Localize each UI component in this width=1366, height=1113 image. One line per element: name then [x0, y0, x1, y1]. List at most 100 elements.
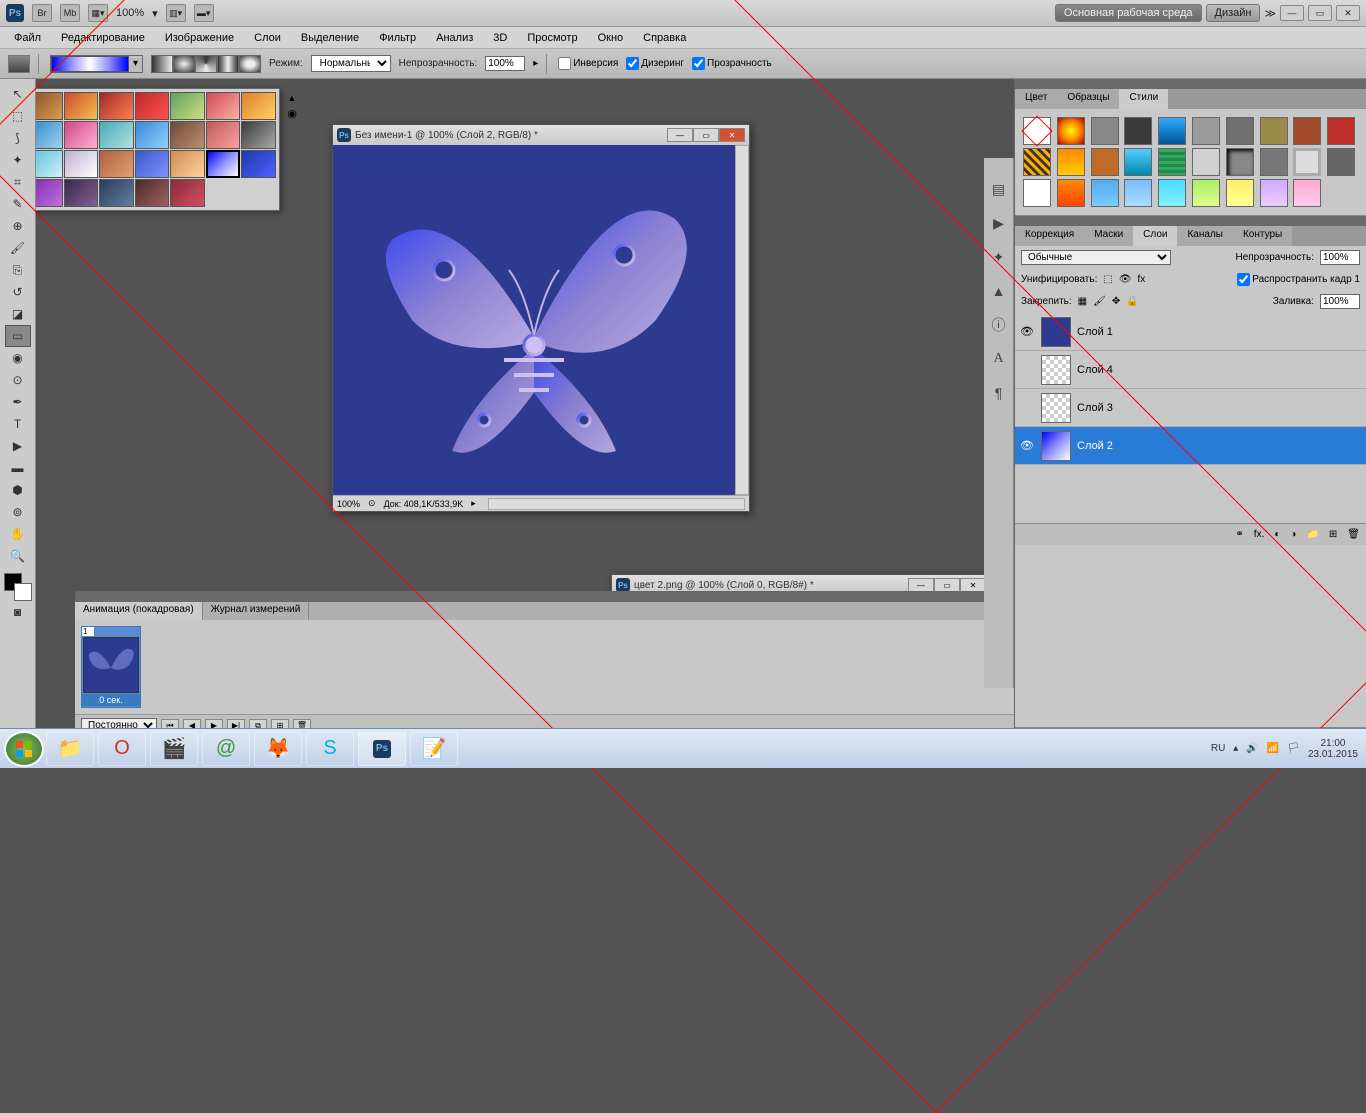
style-swatch[interactable] [1192, 117, 1220, 145]
gradient-swatch[interactable] [36, 92, 63, 120]
workspace-design[interactable]: Дизайн [1206, 4, 1261, 22]
gradient-swatch[interactable] [135, 121, 170, 149]
tab-adjustments[interactable]: Коррекция [1015, 226, 1084, 246]
style-swatch[interactable] [1293, 117, 1321, 145]
gradient-swatch[interactable] [170, 179, 205, 207]
gradient-swatch[interactable] [170, 121, 205, 149]
workspace-more-icon[interactable]: ≫ [1264, 7, 1276, 20]
gradient-swatch[interactable] [170, 92, 205, 120]
type-tool[interactable]: T [5, 413, 31, 435]
style-swatch[interactable] [1192, 148, 1220, 176]
stamp-tool[interactable]: ⎘ [5, 259, 31, 281]
style-swatch[interactable] [1023, 117, 1051, 145]
delete-layer-icon[interactable]: 🗑 [1347, 529, 1360, 540]
workspace-primary[interactable]: Основная рабочая среда [1055, 4, 1202, 22]
task-explorer[interactable]: 📁 [46, 732, 94, 766]
style-swatch[interactable] [1158, 148, 1186, 176]
animation-frame[interactable]: 1 0 сек. [81, 626, 141, 708]
gradient-swatch[interactable] [241, 121, 276, 149]
play-button[interactable]: ▶ [205, 719, 223, 729]
style-swatch[interactable] [1124, 179, 1152, 207]
gradient-swatch[interactable] [241, 92, 276, 120]
task-photoshop[interactable]: Ps [358, 732, 406, 766]
close-button[interactable]: ✕ [1336, 5, 1360, 21]
picker-scroll-up-icon[interactable]: ▲ [287, 93, 297, 103]
task-notepad[interactable]: 📝 [410, 732, 458, 766]
maximize-button[interactable]: ▭ [1308, 5, 1332, 21]
tray-up-icon[interactable]: ▴ [1233, 743, 1238, 754]
layer-mask-icon[interactable]: ◐ [1274, 529, 1280, 540]
style-swatch[interactable] [1327, 117, 1355, 145]
lock-position-icon[interactable]: ✥ [1112, 296, 1120, 307]
gradient-swatch[interactable] [99, 92, 134, 120]
lock-transparency-icon[interactable]: ▦ [1078, 296, 1087, 307]
gradient-swatch[interactable] [170, 150, 205, 178]
lock-all-icon[interactable]: 🔒 [1126, 296, 1138, 307]
layer-blend-select[interactable]: Обычные [1021, 250, 1171, 265]
gradient-swatch[interactable] [135, 150, 170, 178]
tab-channels[interactable]: Каналы [1177, 226, 1233, 246]
gradient-swatch[interactable] [64, 121, 99, 149]
eraser-tool[interactable]: ◪ [5, 303, 31, 325]
first-frame-button[interactable]: ⏮ [161, 719, 179, 729]
gradient-swatch[interactable] [64, 150, 99, 178]
style-swatch[interactable] [1327, 148, 1355, 176]
start-button[interactable] [4, 731, 44, 767]
style-swatch[interactable] [1226, 148, 1254, 176]
gradient-swatch[interactable] [206, 150, 241, 178]
fill-input[interactable] [1320, 294, 1360, 309]
gradient-swatch[interactable] [36, 150, 63, 178]
gradient-swatch[interactable] [64, 92, 99, 120]
gradient-swatch[interactable] [99, 150, 134, 178]
tab-animation[interactable]: Анимация (покадровая) [75, 602, 203, 620]
new-frame-button[interactable]: ⊞ [271, 719, 289, 729]
action-center-icon[interactable]: 🏳 [1287, 743, 1300, 754]
lock-pixels-icon[interactable]: 🖌 [1093, 296, 1106, 307]
3d-camera-tool[interactable]: ⊚ [5, 501, 31, 523]
unify-visibility-icon[interactable]: 👁 [1119, 274, 1132, 285]
tab-swatches[interactable]: Образцы [1057, 89, 1119, 109]
task-media[interactable]: 🎬 [150, 732, 198, 766]
frame-duration[interactable]: 0 сек. [82, 694, 140, 706]
gradient-swatch[interactable] [99, 179, 134, 207]
clock[interactable]: 21:00 23.01.2015 [1308, 738, 1358, 760]
gradient-swatch[interactable] [64, 179, 99, 207]
style-swatch[interactable] [1226, 179, 1254, 207]
quickmask-tool[interactable]: ◙ [5, 601, 31, 623]
tab-styles[interactable]: Стили [1119, 89, 1168, 109]
3d-tool[interactable]: ⬢ [5, 479, 31, 501]
style-swatch[interactable] [1091, 179, 1119, 207]
style-swatch[interactable] [1091, 148, 1119, 176]
tab-masks[interactable]: Маски [1084, 226, 1133, 246]
style-swatch[interactable] [1057, 148, 1085, 176]
history-icon[interactable]: ▤ [988, 178, 1010, 200]
gradient-swatch[interactable] [36, 121, 63, 149]
style-swatch[interactable] [1226, 117, 1254, 145]
style-swatch[interactable] [1158, 117, 1186, 145]
task-skype[interactable]: S [306, 732, 354, 766]
next-frame-button[interactable]: ▶| [227, 719, 245, 729]
style-swatch[interactable] [1260, 179, 1288, 207]
style-swatch[interactable] [1124, 148, 1152, 176]
pen-tool[interactable]: ✒ [5, 391, 31, 413]
gradient-swatch[interactable] [99, 121, 134, 149]
blur-tool[interactable]: ◉ [5, 347, 31, 369]
bridge-button[interactable]: Br [32, 4, 52, 22]
tool-preset-picker[interactable] [8, 55, 30, 73]
network-icon[interactable]: 📶 [1267, 743, 1279, 754]
style-swatch[interactable] [1057, 117, 1085, 145]
delete-frame-button[interactable]: 🗑 [293, 719, 311, 729]
prev-frame-button[interactable]: ◀ [183, 719, 201, 729]
style-swatch[interactable] [1260, 117, 1288, 145]
path-select-tool[interactable]: ▶ [5, 435, 31, 457]
new-layer-icon[interactable]: ⊞ [1329, 529, 1337, 540]
style-swatch[interactable] [1293, 148, 1321, 176]
tab-color[interactable]: Цвет [1015, 89, 1057, 109]
style-swatch[interactable] [1158, 179, 1186, 207]
gradient-tool[interactable]: ▭ [5, 325, 31, 347]
menu-file[interactable]: Файл [6, 30, 49, 46]
style-swatch[interactable] [1091, 117, 1119, 145]
tween-button[interactable]: ⧉ [249, 719, 267, 729]
gradient-swatch[interactable] [36, 179, 63, 207]
gradient-swatch[interactable] [135, 179, 170, 207]
